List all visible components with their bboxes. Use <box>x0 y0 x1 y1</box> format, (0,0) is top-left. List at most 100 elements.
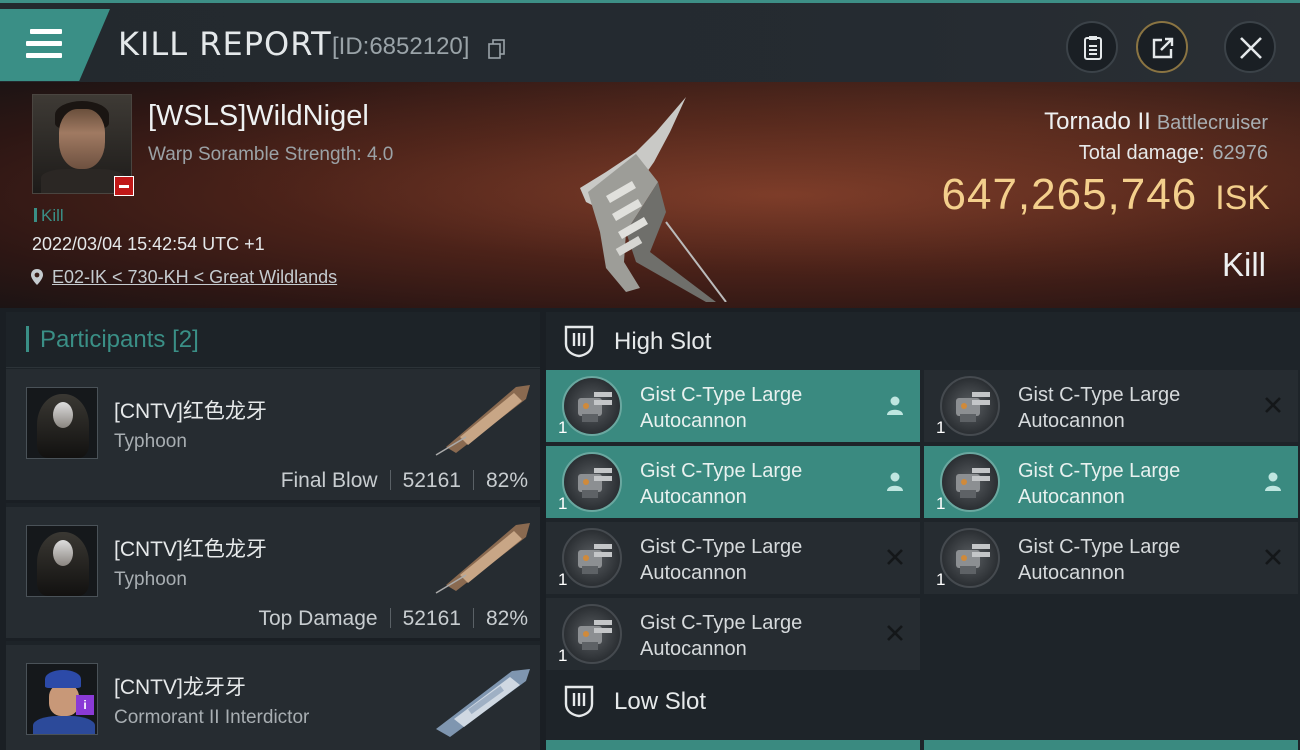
warp-scramble-strength: Warp Soramble Strength: 4.0 <box>148 144 394 165</box>
low-slot-header: Low Slot <box>546 672 1300 730</box>
result-label: Kill <box>1221 246 1266 283</box>
module-quantity: 1 <box>936 418 946 437</box>
high-slot-item[interactable]: 1 Gist C-Type Large Autocannon <box>546 446 920 518</box>
participant-ship: Cormorant II Interdictor <box>114 707 310 728</box>
menu-button[interactable] <box>0 9 110 81</box>
close-button[interactable] <box>1224 21 1276 73</box>
participant-damage: 52161 <box>402 469 461 492</box>
total-damage-value: 62976 <box>1212 142 1268 164</box>
clipboard-icon <box>1084 36 1102 60</box>
autocannon-icon <box>940 452 1000 512</box>
participant-row[interactable]: i [CNTV]龙牙牙 Cormorant II Interdictor <box>6 645 540 750</box>
person-icon <box>887 472 903 491</box>
module-name: Gist C-Type Large Autocannon <box>640 536 803 584</box>
share-icon <box>1152 37 1174 59</box>
victim-banner: [WSLS]WildNigel Warp Soramble Strength: … <box>0 82 1300 308</box>
autocannon-icon <box>940 376 1000 436</box>
ship-name: Tornado II <box>1044 108 1151 135</box>
participant-role: Final Blow <box>280 469 378 492</box>
x-icon <box>887 625 903 641</box>
participant-damage: 52161 <box>402 607 461 630</box>
high-slot-item[interactable]: 1 Gist C-Type Large Autocannon <box>546 522 920 594</box>
kill-report-window: KILL REPORT [ID:6852120] [WSLS]WildNigel… <box>0 0 1300 750</box>
participant-ship-image <box>436 669 530 737</box>
clipboard-button[interactable] <box>1066 21 1118 73</box>
participant-row[interactable]: [CNTV]红色龙牙 Typhoon Final Blow 52161 82% <box>6 369 540 503</box>
module-name: Gist C-Type Large Autocannon <box>1018 536 1181 584</box>
module-name: Gist C-Type Large Autocannon <box>640 612 803 660</box>
low-slot-title: Low Slot <box>614 688 707 715</box>
autocannon-icon <box>562 604 622 664</box>
high-slot-title: High Slot <box>614 328 712 355</box>
high-slot-item[interactable]: 1 Gist C-Type Large Autocannon <box>546 598 920 670</box>
participant-ship-image <box>435 385 530 456</box>
standing-badge <box>114 176 134 196</box>
kill-location[interactable]: E02-IK < 730-KH < Great Wildlands <box>30 267 337 288</box>
participant-row[interactable]: [CNTV]红色龙牙 Typhoon Top Damage 52161 82% <box>6 507 540 641</box>
participant-percent: 82% <box>485 607 528 630</box>
module-name: Gist C-Type Large Autocannon <box>1018 384 1181 432</box>
module-quantity: 1 <box>936 494 946 513</box>
security-badge: i <box>76 695 94 715</box>
participants-title: Participants [2] <box>40 326 199 353</box>
slot-icon <box>564 685 594 718</box>
module-quantity: 1 <box>558 570 568 589</box>
participants-count: [2] <box>172 326 199 353</box>
high-slot-item[interactable]: 1 Gist C-Type Large Autocannon <box>546 370 920 442</box>
isk-unit: ISK <box>1215 179 1270 217</box>
module-name: Gist C-Type Large Autocannon <box>640 384 803 432</box>
high-slot-header: High Slot <box>546 312 1300 370</box>
high-slot-item[interactable]: 1 Gist C-Type Large Autocannon <box>924 446 1298 518</box>
isk-loss: 647,265,746 ISK <box>942 170 1271 220</box>
participant-ship: Typhoon <box>114 569 187 590</box>
x-icon <box>1265 549 1281 565</box>
autocannon-icon <box>562 528 622 588</box>
module-name: Gist C-Type Large Autocannon <box>640 460 803 508</box>
ship-class: Battlecruiser <box>1156 112 1268 134</box>
total-damage: Total damage: 62976 <box>1079 142 1268 165</box>
low-slot-item[interactable] <box>924 740 1298 750</box>
high-slot-item[interactable]: 1 Gist C-Type Large Autocannon <box>924 370 1298 442</box>
high-slot-item[interactable]: 1 Gist C-Type Large Autocannon <box>924 522 1298 594</box>
participant-name: [CNTV]红色龙牙 <box>114 538 267 561</box>
participant-percent: 82% <box>485 469 528 492</box>
total-damage-label: Total damage: <box>1078 142 1205 164</box>
isk-value: 647,265,746 <box>941 170 1198 219</box>
participant-stats: Final Blow 52161 82% <box>281 469 528 493</box>
participant-avatar[interactable] <box>26 387 98 459</box>
low-slot-item[interactable] <box>546 740 920 750</box>
fitting-panel: High Slot 1 Gist C-Type Large Autocannon 1 G… <box>546 312 1300 750</box>
slot-icon <box>564 325 594 358</box>
participant-ship-image <box>435 523 530 594</box>
copy-icon[interactable] <box>488 39 506 59</box>
kill-datetime: 2022/03/04 15:42:54 UTC +1 <box>32 234 265 254</box>
participants-panel: Participants [2] [CNTV]红色龙牙 Typhoon Fina… <box>6 312 540 750</box>
participant-avatar[interactable] <box>26 525 98 597</box>
module-quantity: 1 <box>558 418 568 437</box>
share-button[interactable] <box>1136 21 1188 73</box>
module-quantity: 1 <box>936 570 946 589</box>
x-icon <box>887 549 903 565</box>
participant-ship: Typhoon <box>114 431 187 452</box>
location-link[interactable]: E02-IK < 730-KH < Great Wildlands <box>52 267 337 287</box>
victim-ship-image <box>580 97 727 302</box>
victim-name[interactable]: [WSLS]WildNigel <box>148 100 369 133</box>
victim-ship: Tornado II Battlecruiser <box>1044 108 1268 136</box>
participant-name: [CNTV]龙牙牙 <box>114 676 246 699</box>
report-id: [ID:6852120] <box>332 33 470 60</box>
location-pin-icon <box>31 269 43 285</box>
menu-icon <box>26 29 62 61</box>
autocannon-icon <box>562 376 622 436</box>
header-bar: KILL REPORT [ID:6852120] <box>0 0 1300 82</box>
autocannon-icon <box>562 452 622 512</box>
module-name: Gist C-Type Large Autocannon <box>1018 460 1181 508</box>
module-quantity: 1 <box>558 646 568 665</box>
kill-tag: Kill <box>34 206 64 226</box>
autocannon-icon <box>940 528 1000 588</box>
person-icon <box>1265 472 1281 491</box>
participant-name: [CNTV]红色龙牙 <box>114 400 267 423</box>
close-icon <box>1240 37 1262 59</box>
participant-role: Top Damage <box>258 607 378 630</box>
participant-stats: Top Damage 52161 82% <box>258 607 528 631</box>
page-title: KILL REPORT <box>118 25 332 63</box>
